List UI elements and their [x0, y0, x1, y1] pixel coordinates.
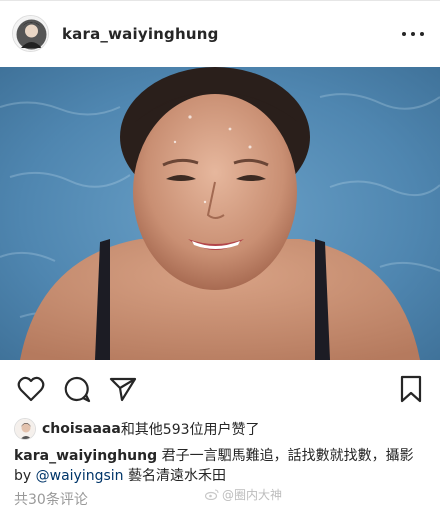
bookmark-icon[interactable] — [396, 374, 426, 404]
avatar[interactable] — [12, 15, 49, 52]
post-image[interactable] — [0, 67, 440, 360]
caption-mention[interactable]: @waiyingsin — [36, 468, 124, 484]
watermark-text: @圈内大神 — [222, 488, 283, 502]
comment-icon[interactable] — [62, 374, 92, 404]
more-options-icon[interactable] — [402, 25, 424, 43]
action-bar — [0, 360, 440, 416]
watermark: @圈内大神 — [205, 486, 282, 503]
caption-username[interactable]: kara_waiyinghung — [14, 448, 157, 464]
post-header: kara_waiyinghung — [0, 0, 440, 67]
caption-text-end: 藝名清遠水禾田 — [123, 468, 226, 484]
likes-row[interactable]: choisaaaa 和其他593位用户赞了 — [14, 416, 260, 442]
post-username[interactable]: kara_waiyinghung — [62, 25, 219, 43]
view-comments-link[interactable]: 共30条评论 — [14, 489, 88, 507]
post-caption: kara_waiyinghung 君子一言駟馬難追，話找數就找數，攝影by @w… — [14, 446, 430, 486]
paper-plane-icon[interactable] — [108, 374, 138, 404]
likes-count-text: 和其他593位用户赞了 — [120, 422, 260, 438]
liker-avatar[interactable] — [14, 418, 36, 440]
weibo-logo-icon — [205, 489, 219, 500]
liker-username[interactable]: choisaaaa — [42, 421, 121, 437]
heart-icon[interactable] — [16, 374, 46, 404]
